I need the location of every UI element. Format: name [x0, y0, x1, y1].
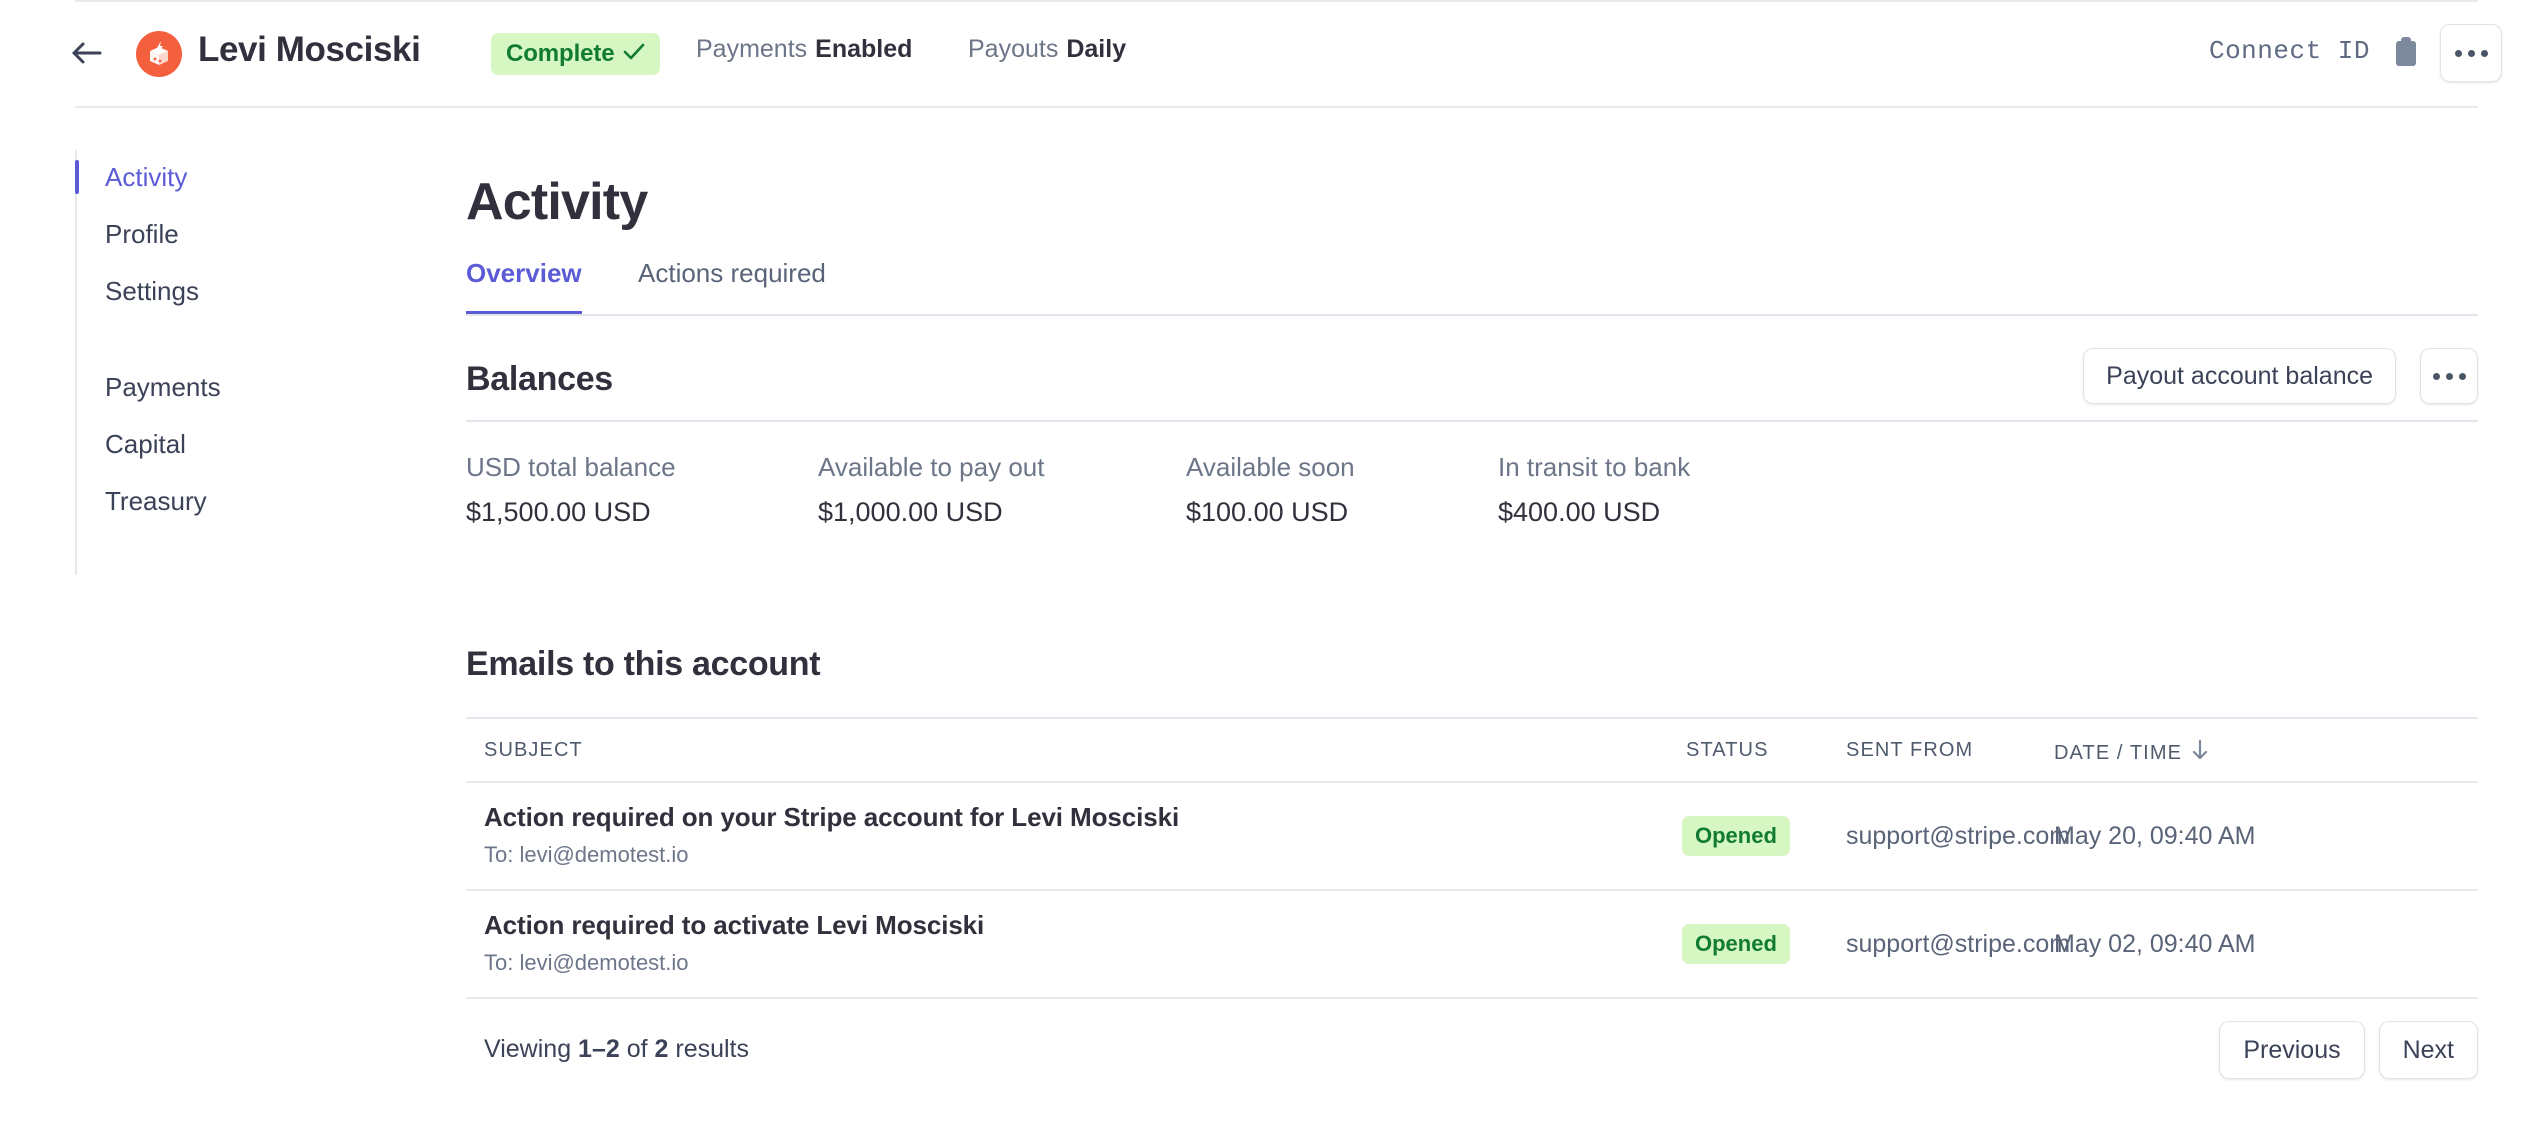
- check-icon: [623, 43, 645, 66]
- email-subject: Action required to activate Levi Moscisk…: [484, 910, 985, 940]
- meta-payouts-value: Daily: [1066, 35, 1127, 63]
- email-status-cell: Opened: [1682, 816, 1790, 856]
- previous-page-button[interactable]: Previous: [2219, 1021, 2365, 1079]
- email-sent-from: support@stripe.com: [1846, 822, 2071, 850]
- connect-id-label[interactable]: Connect ID: [2209, 36, 2370, 66]
- balance-available-to-pay-out: Available to pay out $1,000.00 USD: [818, 452, 1044, 528]
- tab-actions-required[interactable]: Actions required: [638, 258, 826, 311]
- email-recipient: To: levi@demotest.io: [484, 842, 689, 867]
- header-bottom-divider: [75, 106, 2478, 108]
- emails-table-footer: Viewing 1–2 of 2 results Previous Next: [466, 997, 2478, 1101]
- arrow-down-icon: [2191, 739, 2209, 767]
- emails-table: SUBJECT STATUS SENT FROM DATE / TIME Act…: [466, 719, 2478, 1101]
- sidebar-divider: [75, 150, 77, 575]
- email-status-cell: Opened: [1682, 924, 1790, 964]
- email-subject: Action required on your Stripe account f…: [484, 802, 1180, 832]
- balance-label: Available to pay out: [818, 452, 1045, 482]
- stripe-box-logo-icon: [144, 39, 174, 69]
- back-button[interactable]: [68, 36, 106, 70]
- status-badge-label: Complete: [506, 40, 615, 67]
- sidebar-item-activity[interactable]: Activity: [105, 162, 187, 193]
- header-overflow-menu-button[interactable]: [2440, 24, 2502, 82]
- header-top-divider: [75, 0, 2478, 2]
- balances-divider: [466, 420, 2478, 422]
- emails-heading: Emails to this account: [466, 645, 821, 683]
- balance-in-transit-to-bank: In transit to bank $400.00 USD: [1498, 452, 1690, 528]
- sidebar-item-capital[interactable]: Capital: [105, 429, 186, 460]
- top-header-bar: Levi Mosciski Complete Payments Enabled …: [0, 0, 2540, 110]
- page-title: Activity: [466, 173, 648, 231]
- arrow-left-icon: [70, 39, 104, 67]
- sidebar-item-treasury[interactable]: Treasury: [105, 486, 207, 517]
- meta-payouts-label: Payouts: [968, 35, 1059, 63]
- column-header-date-time-label: DATE / TIME: [2054, 741, 2183, 764]
- table-row[interactable]: Action required on your Stripe account f…: [466, 781, 2478, 889]
- email-recipient: To: levi@demotest.io: [484, 950, 689, 975]
- email-date-time: May 02, 09:40 AM: [2054, 930, 2256, 958]
- balance-label: USD total balance: [466, 452, 676, 482]
- viewing-prefix: Viewing: [484, 1035, 579, 1063]
- balance-value: $1,500.00 USD: [466, 497, 651, 527]
- meta-payouts: Payouts Daily: [968, 35, 1126, 64]
- sidebar-item-profile[interactable]: Profile: [105, 219, 179, 250]
- viewing-suffix: results: [668, 1035, 750, 1063]
- account-avatar: [136, 31, 182, 77]
- ellipsis-horizontal-icon: [2432, 372, 2466, 380]
- balance-label: Available soon: [1186, 452, 1355, 482]
- pagination-summary: Viewing 1–2 of 2 results: [484, 1035, 749, 1064]
- pagination-controls: Previous Next: [2219, 1021, 2478, 1079]
- email-date-time: May 20, 09:40 AM: [2054, 822, 2256, 850]
- column-header-date-time[interactable]: DATE / TIME: [2054, 739, 2209, 767]
- balances-overflow-menu-button[interactable]: [2420, 348, 2478, 404]
- table-row[interactable]: Action required to activate Levi Moscisk…: [466, 889, 2478, 997]
- tabs-divider: [466, 314, 2478, 316]
- balance-value: $1,000.00 USD: [818, 497, 1003, 527]
- column-header-subject: SUBJECT: [484, 739, 583, 761]
- viewing-range: 1–2: [578, 1035, 620, 1063]
- page-account-name: Levi Mosciski: [198, 30, 421, 69]
- meta-payments-label: Payments: [696, 35, 808, 63]
- payout-account-balance-button[interactable]: Payout account balance: [2083, 348, 2396, 404]
- status-badge: Opened: [1682, 924, 1790, 964]
- activity-tabs: Overview Actions required: [466, 258, 2478, 316]
- sidebar-item-settings[interactable]: Settings: [105, 276, 199, 307]
- next-page-button[interactable]: Next: [2378, 1021, 2478, 1079]
- sidebar-item-payments[interactable]: Payments: [105, 372, 221, 403]
- email-subject-cell: Action required to activate Levi Moscisk…: [484, 910, 984, 976]
- balance-value: $400.00 USD: [1498, 497, 1661, 527]
- email-subject-cell: Action required on your Stripe account f…: [484, 802, 1179, 868]
- balance-available-soon: Available soon $100.00 USD: [1186, 452, 1355, 528]
- meta-payments: Payments Enabled: [696, 35, 912, 64]
- sidebar-nav: Activity Profile Settings Payments Capit…: [75, 150, 395, 575]
- viewing-mid: of: [619, 1035, 655, 1063]
- balances-heading: Balances: [466, 360, 613, 398]
- clipboard-copy-icon[interactable]: [2392, 36, 2420, 68]
- balance-usd-total: USD total balance $1,500.00 USD: [466, 452, 676, 528]
- column-header-sent-from: SENT FROM: [1846, 739, 1974, 761]
- ellipsis-horizontal-icon: [2454, 49, 2488, 57]
- balance-value: $100.00 USD: [1186, 497, 1349, 527]
- balance-label: In transit to bank: [1498, 452, 1691, 482]
- meta-payments-value: Enabled: [815, 35, 913, 63]
- sidebar-active-indicator: [75, 160, 79, 194]
- email-sent-from: support@stripe.com: [1846, 930, 2071, 958]
- status-badge: Opened: [1682, 816, 1790, 856]
- status-badge[interactable]: Complete: [491, 33, 660, 75]
- tab-overview[interactable]: Overview: [466, 258, 582, 315]
- emails-table-header: SUBJECT STATUS SENT FROM DATE / TIME: [466, 719, 2478, 781]
- viewing-total: 2: [654, 1035, 669, 1063]
- column-header-status: STATUS: [1686, 739, 1769, 761]
